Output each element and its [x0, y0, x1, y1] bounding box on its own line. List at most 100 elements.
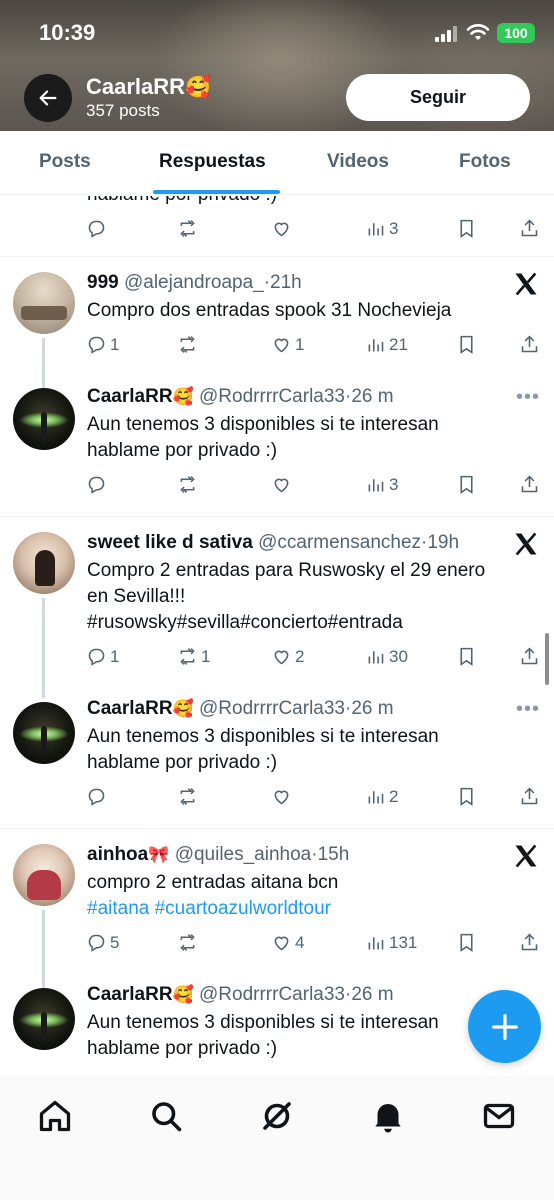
repost-icon	[180, 336, 195, 353]
views-button[interactable]: 21	[365, 334, 408, 355]
post-header: CaarlaRR🥰 @RodrrrrCarla33·26 m	[87, 984, 394, 1006]
messages-tab[interactable]	[481, 1098, 517, 1134]
share-icon	[521, 647, 538, 665]
post-time[interactable]: 19h	[427, 532, 459, 553]
share-button[interactable]	[519, 786, 540, 807]
repost-button[interactable]	[177, 218, 198, 239]
profile-post-count: 357 posts	[86, 101, 160, 120]
author-handle[interactable]: @RodrrrrCarla33	[199, 984, 345, 1005]
tab-posts[interactable]: Posts	[39, 151, 91, 173]
back-button[interactable]	[24, 74, 72, 122]
author-name[interactable]: ainhoa	[87, 844, 148, 865]
like-button[interactable]	[271, 786, 292, 807]
home-icon	[39, 1100, 71, 1132]
post-actions: 3	[0, 218, 554, 244]
share-button[interactable]	[519, 218, 540, 239]
reply-button[interactable]: 1	[86, 334, 119, 355]
reply-button[interactable]	[86, 218, 107, 239]
repost-count: 1	[201, 646, 211, 666]
views-button[interactable]: 3	[365, 218, 398, 239]
author-name[interactable]: sweet like d sativa	[87, 532, 253, 553]
repost-button[interactable]	[177, 334, 198, 355]
author-handle[interactable]: @RodrrrrCarla33	[199, 386, 345, 407]
author-name[interactable]: CaarlaRR	[87, 386, 173, 407]
profile-name-emoji: 🥰	[185, 76, 212, 99]
like-button[interactable]	[271, 218, 292, 239]
repost-button[interactable]: 1	[177, 646, 210, 667]
post-time[interactable]: 21h	[270, 272, 302, 293]
reply-count: 1	[110, 646, 120, 666]
avatar[interactable]	[13, 988, 75, 1050]
views-button[interactable]: 3	[365, 474, 398, 495]
tab-fotos[interactable]: Fotos	[459, 151, 511, 173]
share-button[interactable]	[519, 474, 540, 495]
tab-videos[interactable]: Videos	[327, 151, 389, 173]
bookmark-button[interactable]	[456, 786, 477, 807]
post-header: sweet like d sativa @ccarmensanchez·19h	[87, 532, 459, 554]
reply-button[interactable]: 5	[86, 932, 119, 953]
like-button[interactable]: 1	[271, 334, 304, 355]
scrollbar[interactable]	[545, 633, 549, 685]
more-icon[interactable]: •••	[516, 698, 540, 721]
follow-button[interactable]: Seguir	[346, 74, 530, 121]
views-icon	[368, 339, 384, 352]
repost-button[interactable]	[177, 786, 198, 807]
replies-feed[interactable]: hablame por privado :) 3 999 @alejandroa…	[0, 196, 554, 1076]
bookmark-button[interactable]	[456, 218, 477, 239]
author-name[interactable]: 999	[87, 272, 119, 293]
grok-tab[interactable]	[259, 1098, 295, 1134]
compose-button[interactable]	[468, 990, 541, 1063]
like-button[interactable]: 4	[271, 932, 304, 953]
reply-button[interactable]	[86, 474, 107, 495]
like-button[interactable]	[271, 474, 292, 495]
bookmark-button[interactable]	[456, 334, 477, 355]
reply-button[interactable]	[86, 786, 107, 807]
home-tab[interactable]	[37, 1098, 73, 1134]
author-name[interactable]: CaarlaRR	[87, 984, 173, 1005]
profile-header: 10:39 100 CaarlaRR🥰 357 posts Seguir	[0, 0, 554, 131]
reply-button[interactable]: 1	[86, 646, 119, 667]
post-time[interactable]: 26 m	[351, 386, 393, 407]
post-time[interactable]: 26 m	[351, 984, 393, 1005]
bookmark-button[interactable]	[456, 646, 477, 667]
search-tab[interactable]	[148, 1098, 184, 1134]
avatar[interactable]	[13, 272, 75, 334]
views-button[interactable]: 131	[365, 932, 417, 953]
wifi-icon	[466, 24, 490, 40]
share-icon	[521, 475, 538, 493]
bookmark-button[interactable]	[456, 474, 477, 495]
author-name[interactable]: CaarlaRR	[87, 698, 173, 719]
author-handle[interactable]: @RodrrrrCarla33	[199, 698, 345, 719]
views-icon	[368, 223, 384, 236]
post-time[interactable]: 15h	[318, 844, 350, 865]
like-count: 2	[295, 646, 305, 666]
author-handle[interactable]: @quiles_ainhoa	[175, 844, 312, 865]
repost-button[interactable]	[177, 474, 198, 495]
share-button[interactable]	[519, 334, 540, 355]
notifications-tab[interactable]	[370, 1098, 406, 1134]
repost-button[interactable]	[177, 932, 198, 953]
post-time[interactable]: 26 m	[351, 698, 393, 719]
avatar[interactable]	[13, 702, 75, 764]
share-button[interactable]	[519, 932, 540, 953]
reply-icon	[88, 336, 105, 354]
search-icon	[152, 1102, 182, 1132]
post-text-line: en Sevilla!!!	[87, 586, 186, 607]
back-arrow-icon	[39, 90, 57, 106]
views-button[interactable]: 30	[365, 646, 408, 667]
notifications-icon	[375, 1104, 401, 1133]
more-icon[interactable]: •••	[516, 386, 540, 409]
post-hashtags[interactable]: #aitana #cuartoazulworldtour	[87, 896, 331, 922]
share-button[interactable]	[519, 646, 540, 667]
tab-respuestas[interactable]: Respuestas	[159, 151, 266, 173]
reply-icon	[88, 934, 105, 952]
author-handle[interactable]: @alejandroapa_	[124, 272, 264, 293]
avatar[interactable]	[13, 532, 75, 594]
views-button[interactable]: 2	[365, 786, 398, 807]
cellular-signal-icon	[435, 26, 457, 42]
bookmark-button[interactable]	[456, 932, 477, 953]
avatar[interactable]	[13, 388, 75, 450]
like-button[interactable]: 2	[271, 646, 304, 667]
avatar[interactable]	[13, 844, 75, 906]
author-handle[interactable]: @ccarmensanchez	[258, 532, 421, 553]
